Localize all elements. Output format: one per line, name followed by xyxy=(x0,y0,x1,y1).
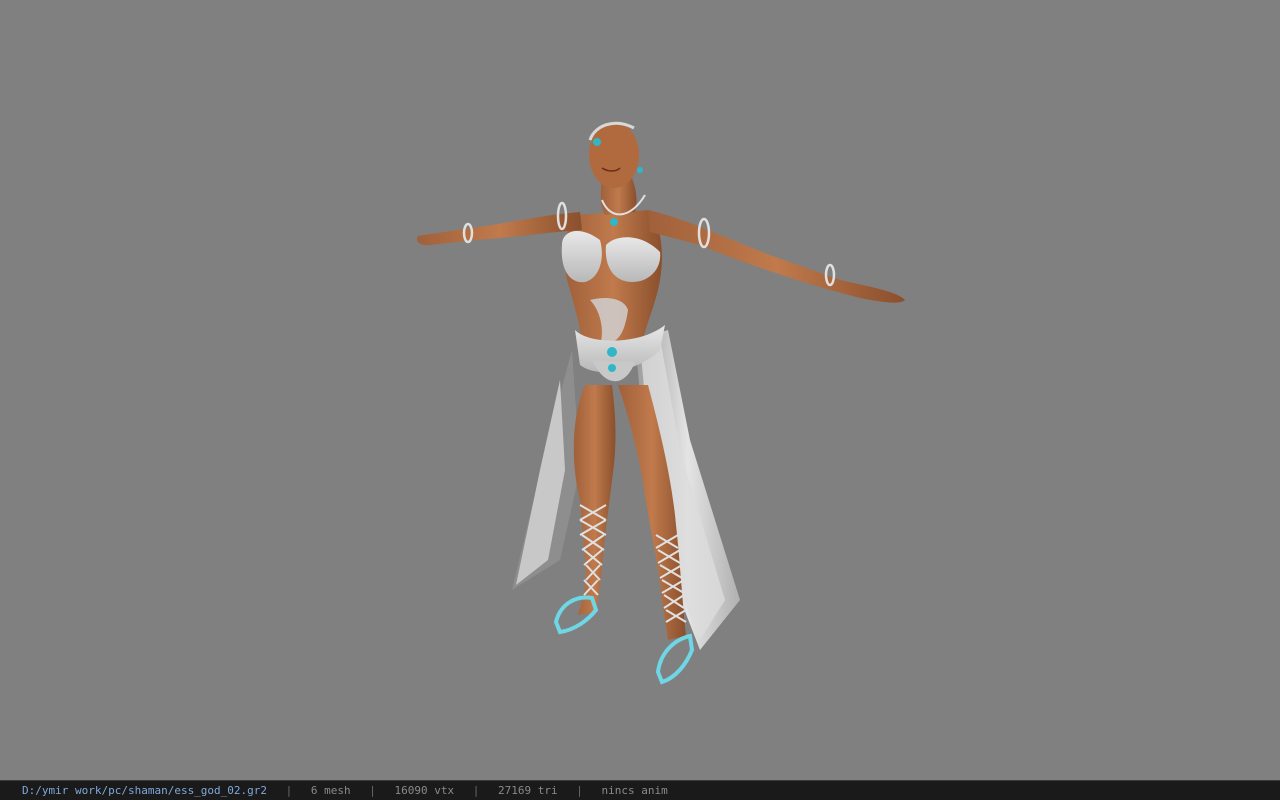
separator: | xyxy=(369,784,376,797)
separator: | xyxy=(576,784,583,797)
torso xyxy=(561,210,665,382)
file-path: D:/ymir work/pc/shaman/ess_god_02.gr2 xyxy=(22,784,268,797)
separator: | xyxy=(472,784,480,797)
mesh-count: 6 mesh xyxy=(310,784,351,797)
3d-viewport[interactable] xyxy=(0,0,1280,780)
vertex-count: 16090 vtx xyxy=(394,784,455,797)
triangle-count: 27169 tri xyxy=(498,784,558,797)
head xyxy=(588,121,646,226)
skirt xyxy=(512,330,740,650)
separator: | xyxy=(285,784,293,797)
status-bar: D:/ymir work/pc/shaman/ess_god_02.gr2 | … xyxy=(0,780,1280,800)
character-model xyxy=(417,121,905,685)
animation-status: nincs anim xyxy=(601,784,668,797)
